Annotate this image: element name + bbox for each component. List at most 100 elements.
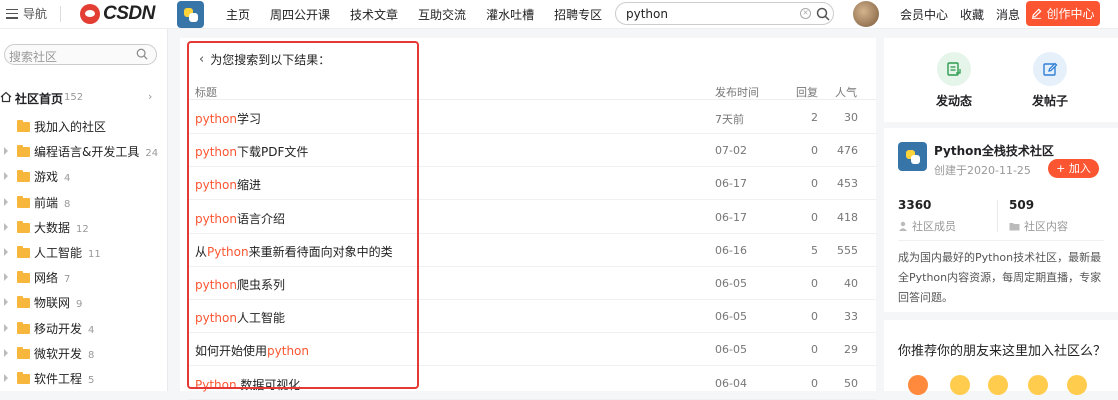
emoji-neutral-icon[interactable] (988, 375, 1008, 395)
sidebar-item[interactable]: 网络 7 (0, 268, 160, 286)
community-logo[interactable] (898, 142, 927, 171)
sidebar-item-count: 4 (64, 173, 71, 185)
folder-icon (17, 145, 30, 158)
home-icon (0, 91, 12, 103)
sidebar-item-label: 游戏 4 (34, 170, 71, 185)
content-label: 社区内容 (1024, 220, 1068, 233)
folder-icon (17, 120, 30, 132)
sidebar-item-label: 人工智能 11 (34, 246, 101, 260)
user-avatar[interactable] (853, 1, 879, 27)
chevron-right-icon[interactable]: › (148, 90, 152, 103)
result-replies: 0 (811, 210, 818, 224)
result-replies: 0 (811, 144, 818, 158)
result-date: 7天前 (715, 113, 744, 126)
community-python-icon[interactable] (177, 1, 204, 28)
expand-arrow-icon[interactable] (4, 374, 8, 382)
post-thread-label: 发帖子 (1031, 94, 1068, 108)
expand-arrow-icon[interactable] (4, 298, 8, 307)
result-replies: 2 (811, 111, 818, 124)
sidebar-item[interactable]: 微软开发 8 (0, 344, 160, 362)
community-sidebar: 搜索社区 社区首页 152 › 我加入的社区编程语言&开发工具 24 游戏 4 前端 8 大… (0, 29, 168, 391)
sidebar-item[interactable]: 移动开发 4 (0, 319, 160, 337)
sidebar-item[interactable]: 我加入的社区 (0, 117, 160, 135)
expand-arrow-icon[interactable] (4, 348, 8, 357)
result-replies: 0 (811, 177, 818, 191)
sidebar-item[interactable]: 大数据 12 (0, 218, 160, 236)
nav-link-home[interactable]: 主页 (226, 6, 250, 23)
recommend-card: 你推荐你的朋友来这里加入社区么？ (884, 320, 1118, 395)
expand-arrow-icon[interactable] (4, 273, 8, 282)
community-name[interactable]: Python全栈技术社区 (934, 142, 1054, 159)
messages-link[interactable]: 消息 (996, 6, 1020, 23)
expand-arrow-icon[interactable] (4, 222, 8, 231)
nav-menu-label: 导航 (23, 7, 48, 21)
top-header: 导航 CSDN 主页 周四公开课 技术文章 互助交流 灌水吐槽 招聘专区 ···… (0, 0, 1118, 29)
community-search-input[interactable]: 搜索社区 (4, 44, 157, 65)
post-thread-button[interactable]: 发帖子 (1015, 52, 1085, 109)
result-date: 06-05 (715, 343, 747, 357)
emoji-angry-icon[interactable] (908, 375, 928, 395)
nav-menu-button[interactable]: 导航 (6, 5, 47, 22)
result-popularity: 418 (837, 210, 858, 224)
expand-arrow-icon[interactable] (4, 147, 8, 156)
expand-arrow-icon[interactable] (4, 323, 8, 332)
create-center-button[interactable]: 创作中心 (1026, 1, 1100, 26)
expand-arrow-icon[interactable] (4, 197, 8, 206)
content-stat: 509 社区内容 (1009, 198, 1068, 234)
sidebar-item[interactable]: 软件工程 5 (0, 369, 160, 387)
emoji-smile-icon[interactable] (1028, 375, 1048, 395)
post-update-button[interactable]: 发动态 (919, 52, 989, 109)
edit-icon (1033, 52, 1067, 86)
emoji-sad-icon[interactable] (950, 375, 970, 395)
result-popularity: 476 (837, 144, 858, 158)
result-popularity: 453 (837, 177, 858, 191)
sidebar-item[interactable]: 人工智能 11 (0, 243, 160, 261)
csdn-logo[interactable]: CSDN (80, 3, 155, 25)
menu-icon (6, 8, 18, 19)
clear-icon[interactable]: ✕ (800, 8, 811, 19)
search-icon[interactable] (136, 48, 148, 63)
result-date: 06-04 (715, 376, 747, 390)
member-center-link[interactable]: 会员中心 (900, 6, 948, 23)
folder-icon (17, 346, 30, 359)
sidebar-item[interactable]: 前端 8 (0, 193, 160, 211)
nav-link-mutual-help[interactable]: 互助交流 (418, 6, 466, 23)
expand-arrow-icon[interactable] (4, 248, 8, 256)
sidebar-item-label: 编程语言&开发工具 24 (34, 145, 159, 160)
join-community-button[interactable]: + 加入 (1048, 159, 1099, 178)
sidebar-item-count: 12 (76, 223, 89, 235)
emoji-happy-icon[interactable] (1067, 375, 1087, 395)
sidebar-item-label: 大数据 12 (34, 220, 89, 235)
nav-link-tech-articles[interactable]: 技术文章 (350, 6, 398, 23)
community-created-date: 创建于2020-11-25 (934, 164, 1031, 177)
person-icon (899, 221, 907, 231)
result-date: 06-17 (715, 177, 747, 191)
result-replies: 0 (811, 343, 818, 357)
header-search-input[interactable]: python ✕ (615, 2, 834, 25)
search-value: python (626, 7, 668, 21)
sidebar-item-community-home[interactable]: 社区首页 152 › (0, 88, 160, 106)
expand-arrow-icon[interactable] (4, 172, 8, 181)
sidebar-item-count: 4 (88, 324, 95, 336)
top-nav-links: 主页 周四公开课 技术文章 互助交流 灌水吐槽 招聘专区 ··· (226, 6, 654, 23)
sidebar-item[interactable]: 编程语言&开发工具 24 (0, 142, 160, 160)
nav-link-thursday-class[interactable]: 周四公开课 (270, 6, 330, 23)
favorites-link[interactable]: 收藏 (960, 6, 984, 23)
pen-icon (1032, 8, 1042, 19)
sidebar-item-label: 物联网 9 (34, 296, 83, 311)
folder-icon (1009, 223, 1020, 231)
sidebar-item-label: 微软开发 8 (34, 346, 95, 361)
sidebar-item[interactable]: 游戏 4 (0, 167, 160, 185)
community-info-card: Python全栈技术社区 创建于2020-11-25 + 加入 3360 社区成… (884, 128, 1118, 312)
result-date: 06-05 (715, 310, 747, 324)
csdn-mascot-icon (80, 4, 100, 24)
sidebar-item[interactable]: 物联网 9 (0, 293, 160, 311)
user-links: 会员中心 收藏 消息 (900, 6, 1020, 23)
sidebar-item-count: 24 (145, 148, 159, 160)
nav-link-chat[interactable]: 灌水吐槽 (486, 6, 534, 23)
members-count: 3360 (898, 198, 932, 212)
folder-icon (17, 220, 30, 233)
python-logo-icon (905, 149, 920, 164)
nav-link-jobs[interactable]: 招聘专区 (554, 6, 602, 23)
search-icon[interactable] (816, 7, 830, 24)
